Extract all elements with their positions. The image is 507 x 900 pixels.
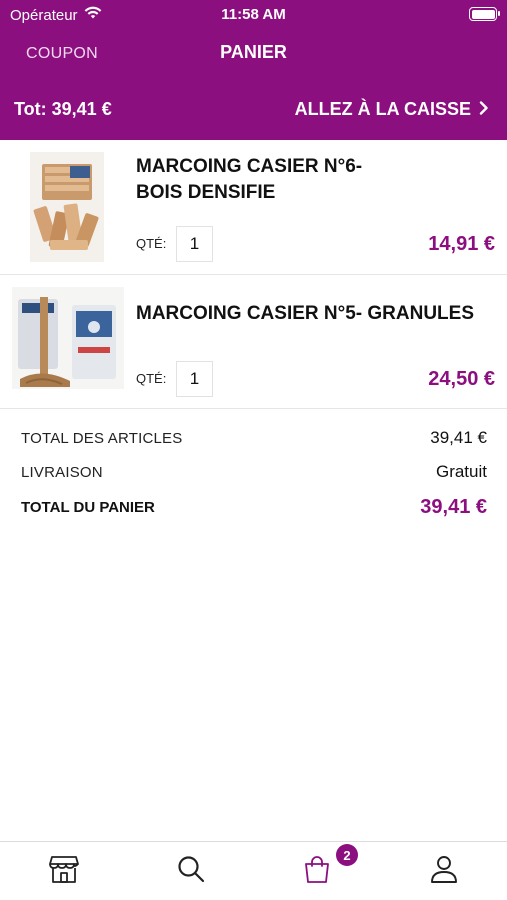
quantity-input[interactable]: 1 (176, 361, 213, 397)
tab-store[interactable] (47, 854, 81, 888)
product-name-line-1: MARCOING CASIER N°6- (136, 156, 363, 177)
articles-total-value: 39,41 € (430, 428, 487, 447)
tab-account[interactable] (427, 854, 461, 888)
user-icon (429, 854, 459, 889)
summary-delivery-row: LIVRAISON Gratuit (21, 462, 487, 482)
cart-total-value: 39,41 € (420, 496, 487, 518)
summary-articles-row: TOTAL DES ARTICLES 39,41 € (21, 428, 487, 448)
product-name[interactable]: MARCOING CASIER N°5- GRANULES (136, 301, 474, 327)
cart-total-label: TOTAL DU PANIER (21, 499, 155, 516)
cart-item[interactable]: MARCOING CASIER N°5- GRANULES QTÉ: 1 24,… (0, 275, 507, 409)
status-time: 11:58 AM (221, 6, 286, 23)
cart-total-summary: Tot: 39,41 € (14, 99, 112, 119)
coupon-button[interactable]: COUPON (26, 45, 98, 63)
tab-bar (0, 841, 507, 900)
cart-item[interactable]: MARCOING CASIER N°6- BOIS DENSIFIE QTÉ: … (0, 140, 507, 275)
battery-icon (469, 7, 500, 21)
quantity-input[interactable]: 1 (176, 226, 213, 262)
store-icon (48, 854, 80, 889)
product-name[interactable]: MARCOING CASIER N°6- BOIS DENSIFIE (136, 154, 362, 206)
delivery-value: Gratuit (435, 462, 487, 481)
item-price: 24,50 € (428, 368, 495, 390)
articles-total-label: TOTAL DES ARTICLES (21, 429, 183, 447)
product-name-line-2: BOIS DENSIFIE (136, 182, 276, 203)
header: Opérateur 11:58 AM COUPON PANIER Tot: 39… (0, 0, 507, 140)
quantity-label: QTÉ: (136, 236, 167, 251)
tab-cart[interactable] (300, 854, 334, 888)
chevron-right-icon (479, 99, 489, 120)
status-bar: Opérateur 11:58 AM (0, 0, 507, 30)
checkout-label: ALLEZ À LA CAISSE (294, 99, 471, 119)
product-image-wood-bricks (30, 152, 104, 262)
summary-total-row: TOTAL DU PANIER 39,41 € (21, 496, 487, 519)
cart-count-badge: 2 (336, 844, 358, 866)
shopping-bag-icon (302, 854, 332, 889)
item-price: 14,91 € (428, 233, 495, 255)
tab-search[interactable] (174, 854, 208, 888)
delivery-label: LIVRAISON (21, 463, 103, 481)
product-image-pellet-bags (12, 287, 124, 389)
quantity-label: QTÉ: (136, 371, 167, 386)
search-icon (176, 854, 206, 889)
checkout-button[interactable]: ALLEZ À LA CAISSE (295, 99, 489, 120)
